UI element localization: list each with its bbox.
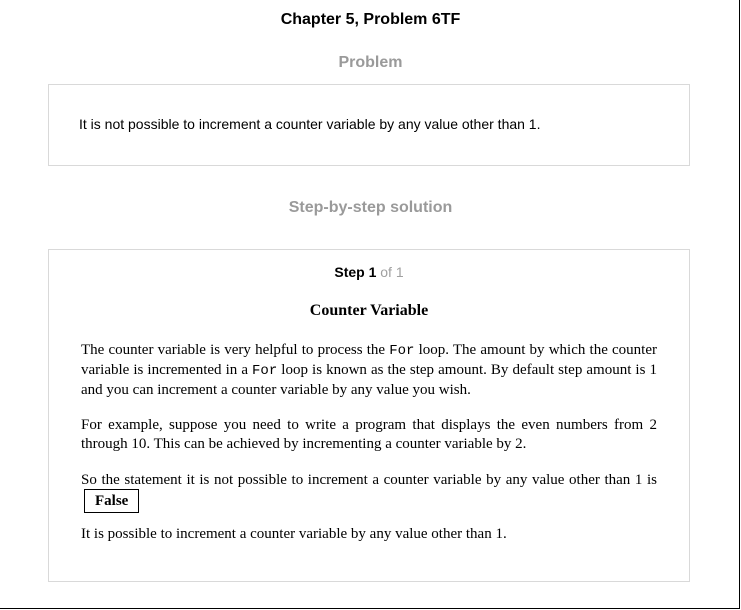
- paragraph-counter-variable: The counter variable is very helpful to …: [81, 341, 657, 400]
- paragraph-conclusion: So the statement it is not possible to i…: [81, 471, 657, 513]
- problem-box: It is not possible to increment a counte…: [48, 84, 690, 166]
- step-title: Counter Variable: [309, 302, 429, 319]
- step-indicator: Step 1 of 1: [49, 264, 689, 280]
- paragraph-text: So the statement it is not possible to i…: [81, 472, 657, 488]
- paragraph-text: The counter variable is very helpful to …: [81, 342, 390, 358]
- solution-heading: Step-by-step solution: [288, 199, 453, 216]
- code-keyword-for: For: [252, 363, 278, 379]
- paragraph-explanation: It is possible to increment a counter va…: [81, 526, 507, 542]
- code-keyword-for: For: [389, 343, 415, 359]
- solution-box: Step 1 of 1 Counter Variable The counter…: [48, 249, 690, 582]
- paragraph-example: For example, suppose you need to write a…: [81, 417, 657, 452]
- problem-heading: Problem: [338, 54, 403, 71]
- page-title: Chapter 5, Problem 6TF: [280, 11, 461, 28]
- answer-box: False: [84, 489, 140, 513]
- step-total: of 1: [380, 264, 404, 280]
- step-number: Step 1: [334, 264, 377, 280]
- problem-text: It is not possible to increment a counte…: [79, 116, 541, 132]
